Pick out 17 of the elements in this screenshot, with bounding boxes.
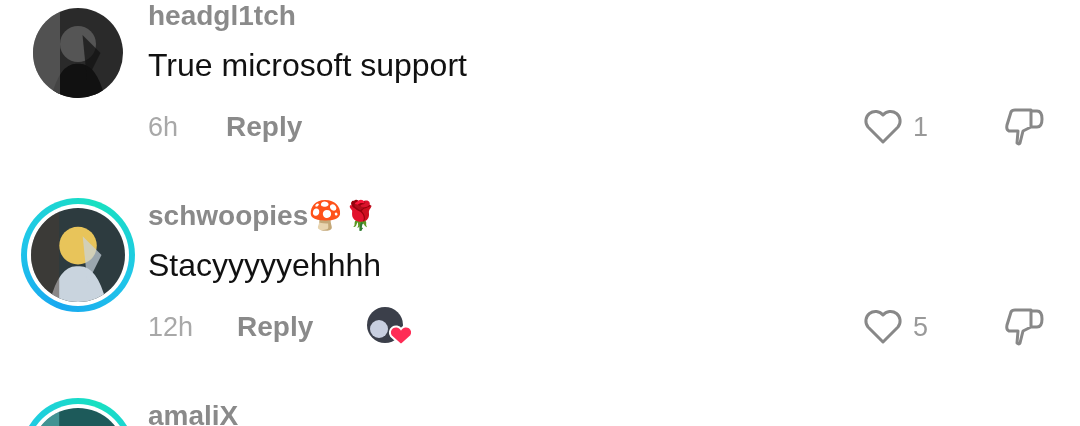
thumbs-down-icon <box>1003 307 1045 347</box>
timestamp: 12h <box>148 311 194 343</box>
comment-text: Stacyyyyyehhhh <box>148 247 382 283</box>
like-button[interactable]: 5 <box>863 309 943 345</box>
heart-icon <box>863 109 903 145</box>
reply-button[interactable]: Reply <box>226 111 303 143</box>
dislike-button[interactable] <box>1003 107 1045 147</box>
username[interactable]: schwoopies🍄🌹 <box>148 199 1045 233</box>
username[interactable]: headgl1tch <box>148 0 1045 33</box>
username[interactable]: amaliX <box>148 399 1045 426</box>
thumbs-down-icon <box>1003 107 1045 147</box>
reply-button[interactable]: Reply <box>237 311 314 343</box>
comment-text: True microsoft support <box>148 47 468 83</box>
timestamp: 6h <box>148 111 179 143</box>
dislike-button[interactable] <box>1003 307 1045 347</box>
heart-icon <box>863 309 903 345</box>
like-button[interactable]: 1 <box>863 109 943 145</box>
